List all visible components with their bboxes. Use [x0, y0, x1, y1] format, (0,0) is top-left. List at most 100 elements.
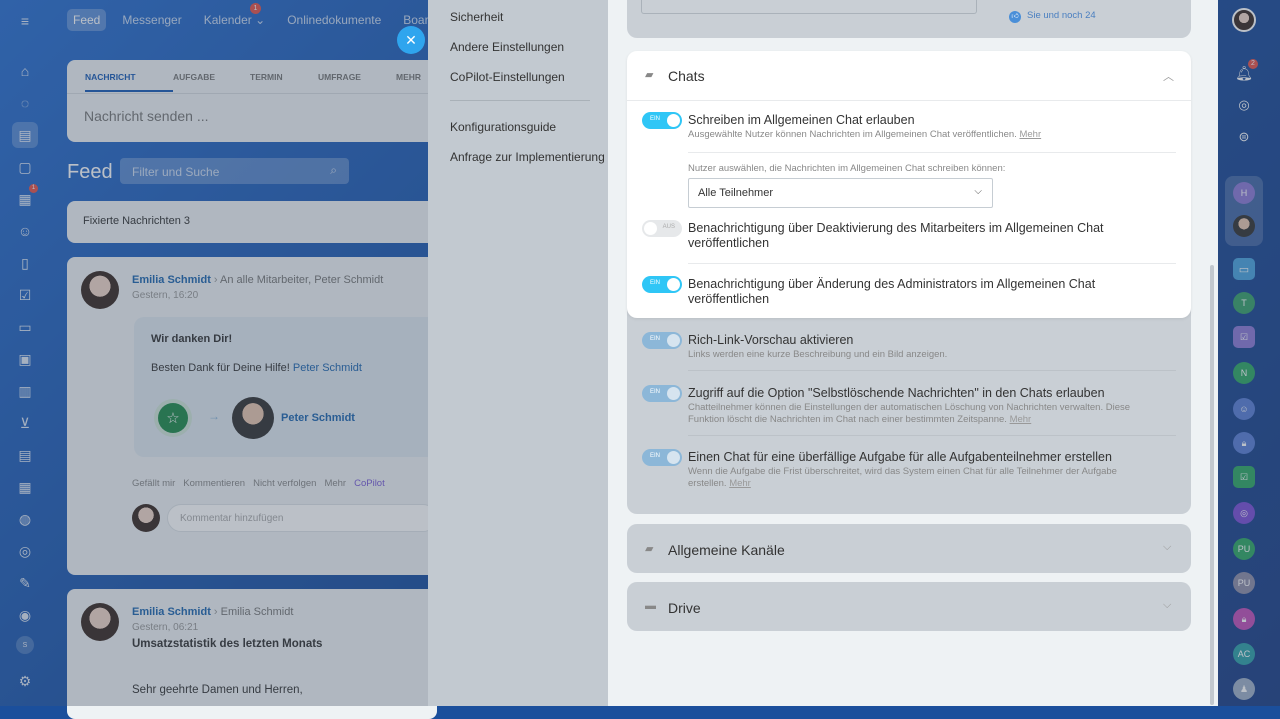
- comment-input[interactable]: Kommentar hinzufügen: [167, 504, 437, 532]
- bell-icon[interactable]: 🔔︎ 2: [1233, 59, 1258, 84]
- user-avatar[interactable]: [1232, 8, 1256, 32]
- overdue-chat-title: Einen Chat für eine überfällige Aufgabe …: [688, 450, 1112, 464]
- composer-tab-event[interactable]: TERMIN: [250, 72, 318, 92]
- self-delete-toggle[interactable]: EIN: [642, 385, 682, 402]
- chat-bubbles-icon: ▰: [645, 69, 654, 81]
- chevron-down-icon: ⌵: [1163, 541, 1172, 553]
- lock-icon[interactable]: 🔒︎: [1233, 608, 1255, 630]
- tasks-icon[interactable]: ▦ 1: [12, 184, 38, 212]
- chats-title[interactable]: Chats: [668, 68, 705, 84]
- post-author[interactable]: Emilia Schmidt: [132, 606, 211, 618]
- admin-change-notify-toggle[interactable]: EIN: [642, 276, 682, 293]
- overdue-chat-toggle[interactable]: EIN: [642, 449, 682, 466]
- tab-messenger[interactable]: Messenger: [116, 9, 187, 31]
- copilot-chat-icon[interactable]: ◎: [1233, 502, 1255, 524]
- general-chat-write-toggle[interactable]: EIN: [642, 112, 682, 129]
- chat-avatar[interactable]: PU: [1233, 572, 1255, 594]
- s-badge-label: S: [22, 641, 28, 649]
- post-time[interactable]: Gestern, 06:21: [132, 622, 198, 633]
- chat-icon[interactable]: ▢: [12, 154, 38, 180]
- post-author[interactable]: Emilia Schmidt: [132, 274, 211, 286]
- chevron-up-icon[interactable]: ︿: [1163, 68, 1174, 84]
- crm-icon[interactable]: ▭: [12, 314, 38, 340]
- filter-search-input[interactable]: Filter und Suche ⌕: [120, 158, 349, 184]
- task-chat-icon[interactable]: ☑: [1233, 326, 1255, 348]
- pinned-messages[interactable]: Fixierte Nachrichten 3: [67, 201, 437, 243]
- tasks-badge: 1: [29, 184, 38, 193]
- support-icon[interactable]: ◉: [12, 602, 38, 628]
- chat-avatar[interactable]: H: [1233, 182, 1255, 204]
- edit-icon[interactable]: ✎: [12, 570, 38, 596]
- thanks-text: Besten Dank für Deine Hilfe! Peter Schmi…: [151, 362, 362, 374]
- menu-item-guide[interactable]: Konfigurationsguide: [450, 120, 556, 134]
- search-chat-icon[interactable]: ⊜: [1233, 126, 1255, 148]
- chat-avatar[interactable]: N: [1233, 362, 1255, 384]
- lock-icon[interactable]: 🔒︎: [1233, 432, 1255, 454]
- feed-icon[interactable]: ▤: [12, 122, 38, 148]
- group-icon[interactable]: ☺: [12, 218, 38, 244]
- tab-calendar[interactable]: Kalender ⌄: [198, 9, 271, 31]
- copilot-icon[interactable]: ◎: [1233, 94, 1255, 116]
- avatar[interactable]: [232, 397, 274, 439]
- toggle-label: EIN: [650, 336, 661, 342]
- menu-item-copilot[interactable]: CoPilot-Einstellungen: [450, 70, 565, 84]
- target-icon[interactable]: ◎: [12, 538, 38, 564]
- toggle-label: EIN: [650, 453, 661, 459]
- s-badge-icon[interactable]: S: [16, 636, 34, 654]
- unfollow-action[interactable]: Nicht verfolgen: [253, 478, 316, 489]
- home-icon[interactable]: ⌂: [12, 58, 38, 84]
- stream-icon[interactable]: ◌: [12, 90, 38, 116]
- more-link[interactable]: Mehr: [729, 478, 751, 489]
- rich-link-toggle[interactable]: EIN: [642, 332, 682, 349]
- select-users-dropdown[interactable]: Alle Teilnehmer ⌵: [688, 178, 993, 208]
- avatar[interactable]: [81, 603, 119, 641]
- gear-icon[interactable]: ⚙: [12, 668, 38, 694]
- robot-icon[interactable]: ◍: [12, 506, 38, 532]
- shop-icon[interactable]: ⊻: [12, 410, 38, 436]
- task-chat-icon[interactable]: ☑: [1233, 466, 1255, 488]
- chat-avatar[interactable]: AC: [1233, 643, 1255, 665]
- more-link[interactable]: Mehr: [1019, 129, 1041, 140]
- avatar[interactable]: [81, 271, 119, 309]
- more-action[interactable]: Mehr: [324, 478, 346, 489]
- scrollbar[interactable]: [1210, 265, 1214, 705]
- menu-item-implementation[interactable]: Anfrage zur Implementierung: [450, 150, 605, 164]
- chat-avatar[interactable]: T: [1233, 292, 1255, 314]
- more-link[interactable]: Mehr: [1010, 414, 1032, 425]
- menu-item-other[interactable]: Andere Einstellungen: [450, 40, 564, 54]
- like-action[interactable]: Gefällt mir: [132, 478, 175, 489]
- board-icon[interactable]: ▣: [12, 346, 38, 372]
- menu-item-security[interactable]: Sicherheit: [450, 10, 503, 24]
- tab-calendar-label: Kalender: [203, 13, 252, 27]
- comment-action[interactable]: Kommentieren: [183, 478, 245, 489]
- channels-section[interactable]: ▰ Allgemeine Kanäle ⌵: [627, 524, 1191, 573]
- post-time[interactable]: Gestern, 16:20: [132, 290, 198, 301]
- composer-input[interactable]: Nachricht senden ...: [84, 108, 209, 124]
- chat-bubble-icon[interactable]: ▭: [1233, 258, 1255, 280]
- chat-avatar[interactable]: PU: [1233, 538, 1255, 560]
- composer-tab-message[interactable]: NACHRICHT: [85, 72, 173, 92]
- calendar-icon[interactable]: ▦: [12, 474, 38, 500]
- composer-tab-more[interactable]: MEHR: [396, 72, 421, 92]
- copilot-action[interactable]: CoPilot: [354, 478, 385, 489]
- close-icon[interactable]: ✕: [397, 26, 425, 54]
- tab-feed[interactable]: Feed: [67, 9, 107, 31]
- docs-icon[interactable]: ▯: [12, 250, 38, 276]
- group-chat-icon[interactable]: ☺: [1233, 398, 1255, 420]
- analytics-icon[interactable]: ▥: [12, 378, 38, 404]
- mail-icon[interactable]: ▤: [12, 442, 38, 468]
- user-group-icon[interactable]: ♟: [1233, 678, 1255, 700]
- chevron-down-icon: ⌵: [1163, 599, 1172, 611]
- thanks-person[interactable]: Peter Schmidt: [281, 412, 355, 424]
- chat-avatar[interactable]: [1233, 215, 1255, 237]
- tab-onlinedocs[interactable]: Onlinedokumente: [281, 9, 387, 31]
- drive-section[interactable]: ▬ Drive ⌵: [627, 582, 1191, 631]
- composer-tab-poll[interactable]: UMFRAGE: [318, 72, 396, 92]
- thanks-link[interactable]: Peter Schmidt: [293, 362, 362, 374]
- deactivation-notify-toggle[interactable]: AUS: [642, 220, 682, 237]
- menu-icon[interactable]: ≡: [12, 8, 38, 34]
- composer-tab-task[interactable]: AUFGABE: [173, 72, 250, 92]
- check-icon[interactable]: ☑: [12, 282, 38, 308]
- previous-input[interactable]: [641, 0, 977, 14]
- deactivation-notify-title-2: veröffentlichen: [688, 236, 770, 250]
